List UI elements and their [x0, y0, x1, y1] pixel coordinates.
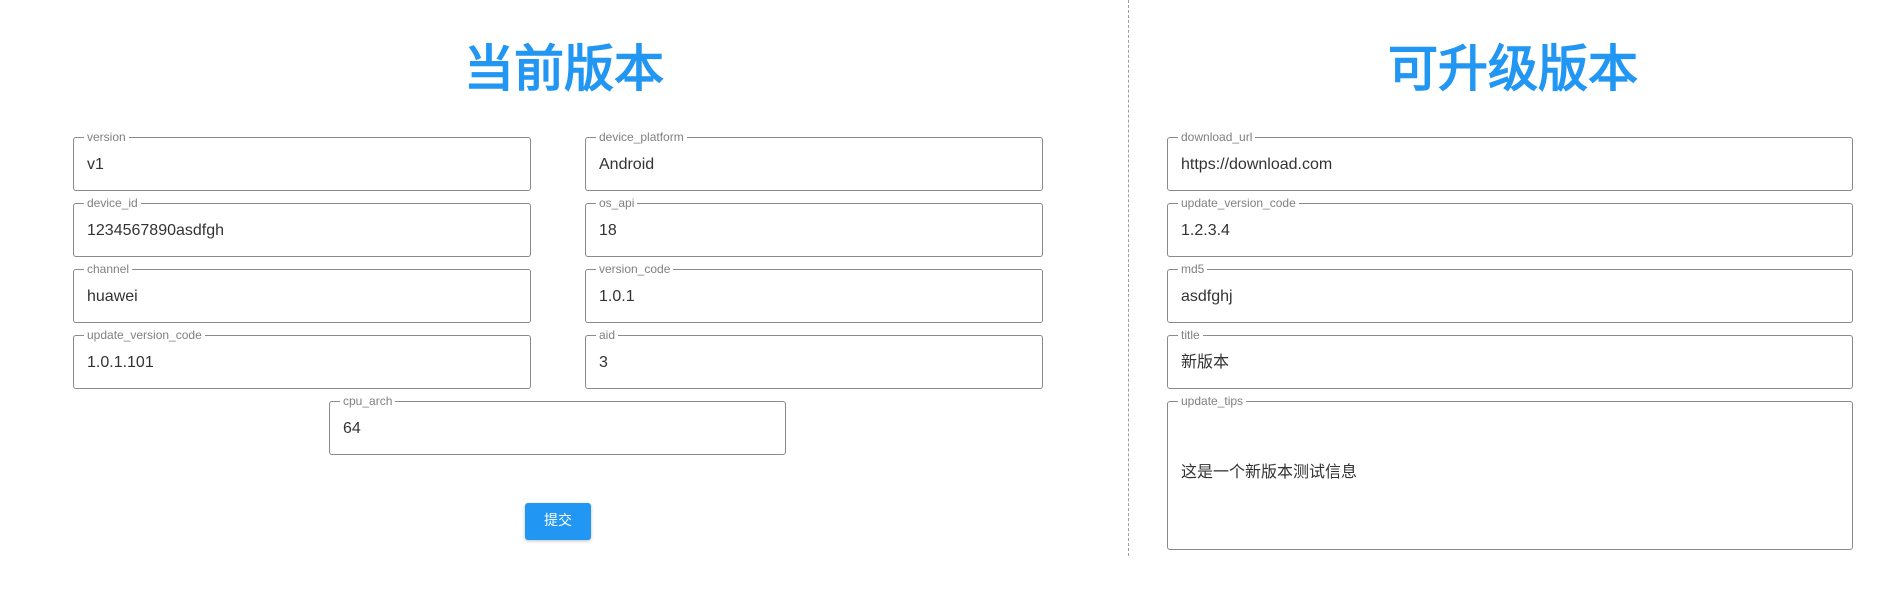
- upgrade-update-version-code-label: update_version_code: [1181, 196, 1296, 210]
- cpu-arch-label: cpu_arch: [343, 394, 393, 408]
- device-platform-value[interactable]: Android: [599, 143, 1029, 175]
- download-url-value[interactable]: https://download.com: [1181, 143, 1839, 175]
- cpu-arch-value[interactable]: 64: [343, 407, 772, 439]
- version-value[interactable]: v1: [87, 143, 517, 175]
- channel-value[interactable]: huawei: [87, 275, 517, 307]
- version-label: version: [87, 130, 126, 144]
- device-platform-field[interactable]: device_platform Android: [585, 131, 1043, 191]
- title-value[interactable]: 新版本: [1181, 341, 1839, 373]
- title-label: title: [1181, 328, 1200, 342]
- title-field[interactable]: title 新版本: [1167, 329, 1853, 389]
- download-url-field[interactable]: download_url https://download.com: [1167, 131, 1853, 191]
- md5-label: md5: [1181, 262, 1205, 276]
- update-tips-field[interactable]: update_tips 这是一个新版本测试信息: [1167, 395, 1853, 550]
- os-api-field[interactable]: os_api 18: [585, 197, 1043, 257]
- upgrade-version-title: 可升级版本: [1388, 40, 1638, 98]
- update-version-code-value[interactable]: 1.0.1.101: [87, 341, 517, 373]
- update-tips-value[interactable]: 这是一个新版本测试信息: [1181, 407, 1839, 483]
- version-code-value[interactable]: 1.0.1: [599, 275, 1029, 307]
- md5-value[interactable]: asdfghj: [1181, 275, 1839, 307]
- device-id-value[interactable]: 1234567890asdfgh: [87, 209, 517, 241]
- update-tips-label: update_tips: [1181, 394, 1244, 408]
- aid-field[interactable]: aid 3: [585, 329, 1043, 389]
- aid-value[interactable]: 3: [599, 341, 1029, 373]
- device-id-label: device_id: [87, 196, 138, 210]
- channel-label: channel: [87, 262, 130, 276]
- aid-label: aid: [599, 328, 616, 342]
- download-url-label: download_url: [1181, 130, 1253, 144]
- version-field[interactable]: version v1: [73, 131, 531, 191]
- current-version-title: 当前版本: [464, 40, 664, 98]
- channel-field[interactable]: channel huawei: [73, 263, 531, 323]
- os-api-value[interactable]: 18: [599, 209, 1029, 241]
- update-version-code-label: update_version_code: [87, 328, 202, 342]
- submit-button[interactable]: 提交: [525, 503, 591, 540]
- os-api-label: os_api: [599, 196, 635, 210]
- cpu-arch-field[interactable]: cpu_arch 64: [329, 395, 786, 455]
- upgrade-update-version-code-field[interactable]: update_version_code 1.2.3.4: [1167, 197, 1853, 257]
- version-code-field[interactable]: version_code 1.0.1: [585, 263, 1043, 323]
- upgrade-update-version-code-value[interactable]: 1.2.3.4: [1181, 209, 1839, 241]
- md5-field[interactable]: md5 asdfghj: [1167, 263, 1853, 323]
- device-id-field[interactable]: device_id 1234567890asdfgh: [73, 197, 531, 257]
- version-code-label: version_code: [599, 262, 671, 276]
- update-version-code-field[interactable]: update_version_code 1.0.1.101: [73, 329, 531, 389]
- device-platform-label: device_platform: [599, 130, 684, 144]
